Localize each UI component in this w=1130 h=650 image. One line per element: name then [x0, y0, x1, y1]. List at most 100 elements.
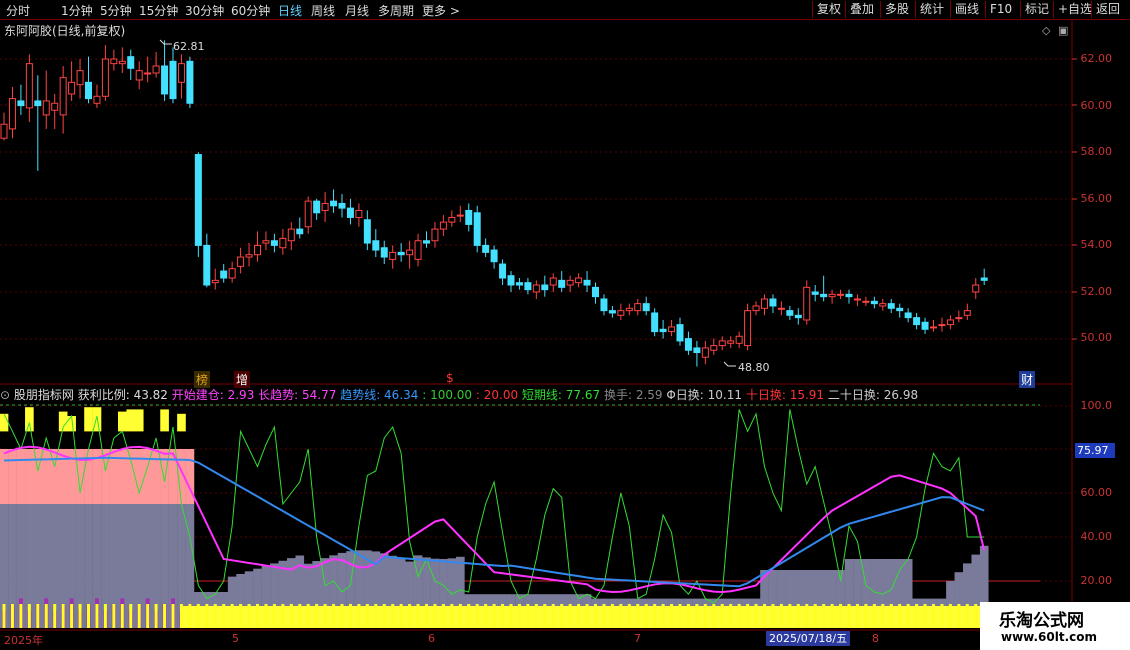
yellow-stripe [44, 604, 48, 628]
candle-body [76, 70, 84, 86]
high-pointer [159, 39, 172, 45]
yellow-stripe [644, 604, 648, 628]
pink-zone-bar [134, 449, 144, 504]
yellow-stripe [771, 604, 775, 628]
yellow-stripe [517, 604, 521, 628]
yellow-stripe [754, 604, 758, 628]
yellow-stripe [560, 604, 564, 628]
candle-body [693, 347, 701, 354]
yellow-stripe [425, 604, 428, 628]
candle-body [169, 60, 177, 100]
yellow-stripe [636, 604, 640, 628]
yellow-stripe [289, 604, 293, 628]
time-label-june: 6 [428, 632, 435, 645]
indicator-item: 十日换: 15.91 [742, 388, 825, 402]
yellow-stripe [610, 604, 614, 628]
yellow-stripe [247, 604, 251, 628]
candle-body [803, 286, 811, 321]
yellow-stripe [196, 604, 200, 628]
candle-body [482, 244, 490, 253]
candle-body [659, 328, 667, 333]
yellow-stripe [433, 604, 437, 628]
yellow-stripe [898, 604, 902, 628]
marker-dollar[interactable]: $ [444, 371, 456, 385]
candle-body [777, 307, 785, 310]
yellow-stripe [839, 604, 843, 628]
candle-body [8, 98, 16, 130]
candle-body [144, 72, 152, 75]
yellow-stripe [441, 604, 445, 628]
candle-body [811, 291, 819, 295]
yellow-stripe [957, 604, 961, 628]
candle-body [93, 95, 101, 104]
pink-zone-bar [25, 449, 34, 504]
candle-body [85, 81, 92, 100]
yellow-stripe [323, 604, 327, 628]
candle-body [786, 310, 794, 316]
candle-body [592, 286, 599, 298]
price-axis-label: 50.00 [1080, 331, 1113, 344]
indicator-item: 开始建仓: 2.93 [167, 388, 255, 402]
yellow-stripe [298, 604, 302, 628]
yellow-stripe [763, 604, 766, 628]
yellow-stripe [551, 604, 555, 628]
indicator-item: 短期线: 77.67 [518, 388, 601, 402]
candle-body [279, 237, 287, 249]
candle-body [904, 312, 912, 319]
yellow-stripe [112, 604, 116, 628]
candle-body [870, 300, 878, 305]
candle-body [515, 282, 523, 286]
price-axis-label: 60.00 [1080, 98, 1113, 112]
yellow-stripe [239, 604, 243, 628]
yellow-stripe [796, 604, 800, 628]
candle-body [406, 249, 414, 256]
pink-zone-bar [126, 449, 136, 504]
yellow-stripe [70, 604, 74, 628]
candle-body [355, 209, 363, 218]
candle-body [270, 240, 278, 246]
candle-body [101, 58, 109, 97]
price-axis-label: 58.00 [1080, 145, 1113, 158]
candle-body [51, 102, 59, 111]
yellow-stripe [686, 604, 690, 628]
yellow-stripe [120, 604, 124, 628]
candle-body [321, 202, 329, 211]
yellow-stripe [382, 604, 386, 628]
yellow-stripe [129, 604, 133, 628]
indicator-axis-label: 100.0 [1080, 399, 1113, 412]
yellow-stripe [450, 604, 454, 628]
yellow-stripe [340, 604, 344, 628]
yellow-stripe [19, 604, 23, 628]
candle-body [499, 263, 507, 279]
indicator-item: : 20.00 [472, 388, 519, 402]
pink-zone-bar [0, 449, 9, 504]
indicator-item: Φ日换: 10.11 [662, 388, 743, 402]
candle-body [744, 310, 752, 347]
candle-body [448, 216, 456, 223]
candle-body [254, 244, 261, 256]
marker-cai[interactable]: 财 [1019, 371, 1036, 388]
collapse-icon[interactable]: ⊙ [0, 388, 14, 402]
yellow-stripe [695, 604, 699, 628]
candle-body [118, 60, 126, 65]
candle-body [879, 303, 887, 307]
candle-body [363, 219, 371, 244]
time-label-august: 8 [872, 632, 879, 645]
yellow-stripe [568, 604, 572, 628]
kline-chart-canvas[interactable]: 62.81 48.80 [0, 0, 1130, 650]
candle-body [676, 324, 684, 342]
candle-body [710, 345, 718, 351]
candle-body [42, 100, 50, 116]
candle-body [262, 240, 270, 244]
yellow-stripe [881, 604, 885, 628]
yellow-cap-bar [25, 407, 34, 432]
yellow-stripe [526, 604, 530, 628]
yellow-stripe [703, 604, 707, 628]
indicator-item: 获利比例: 43.82 [77, 388, 168, 402]
yellow-cap-bar [160, 409, 169, 432]
yellow-stripe [577, 604, 581, 628]
price-axis-label: 54.00 [1080, 238, 1113, 251]
candle-body [617, 310, 625, 316]
candle-body [600, 298, 608, 312]
yellow-stripe [137, 604, 141, 628]
